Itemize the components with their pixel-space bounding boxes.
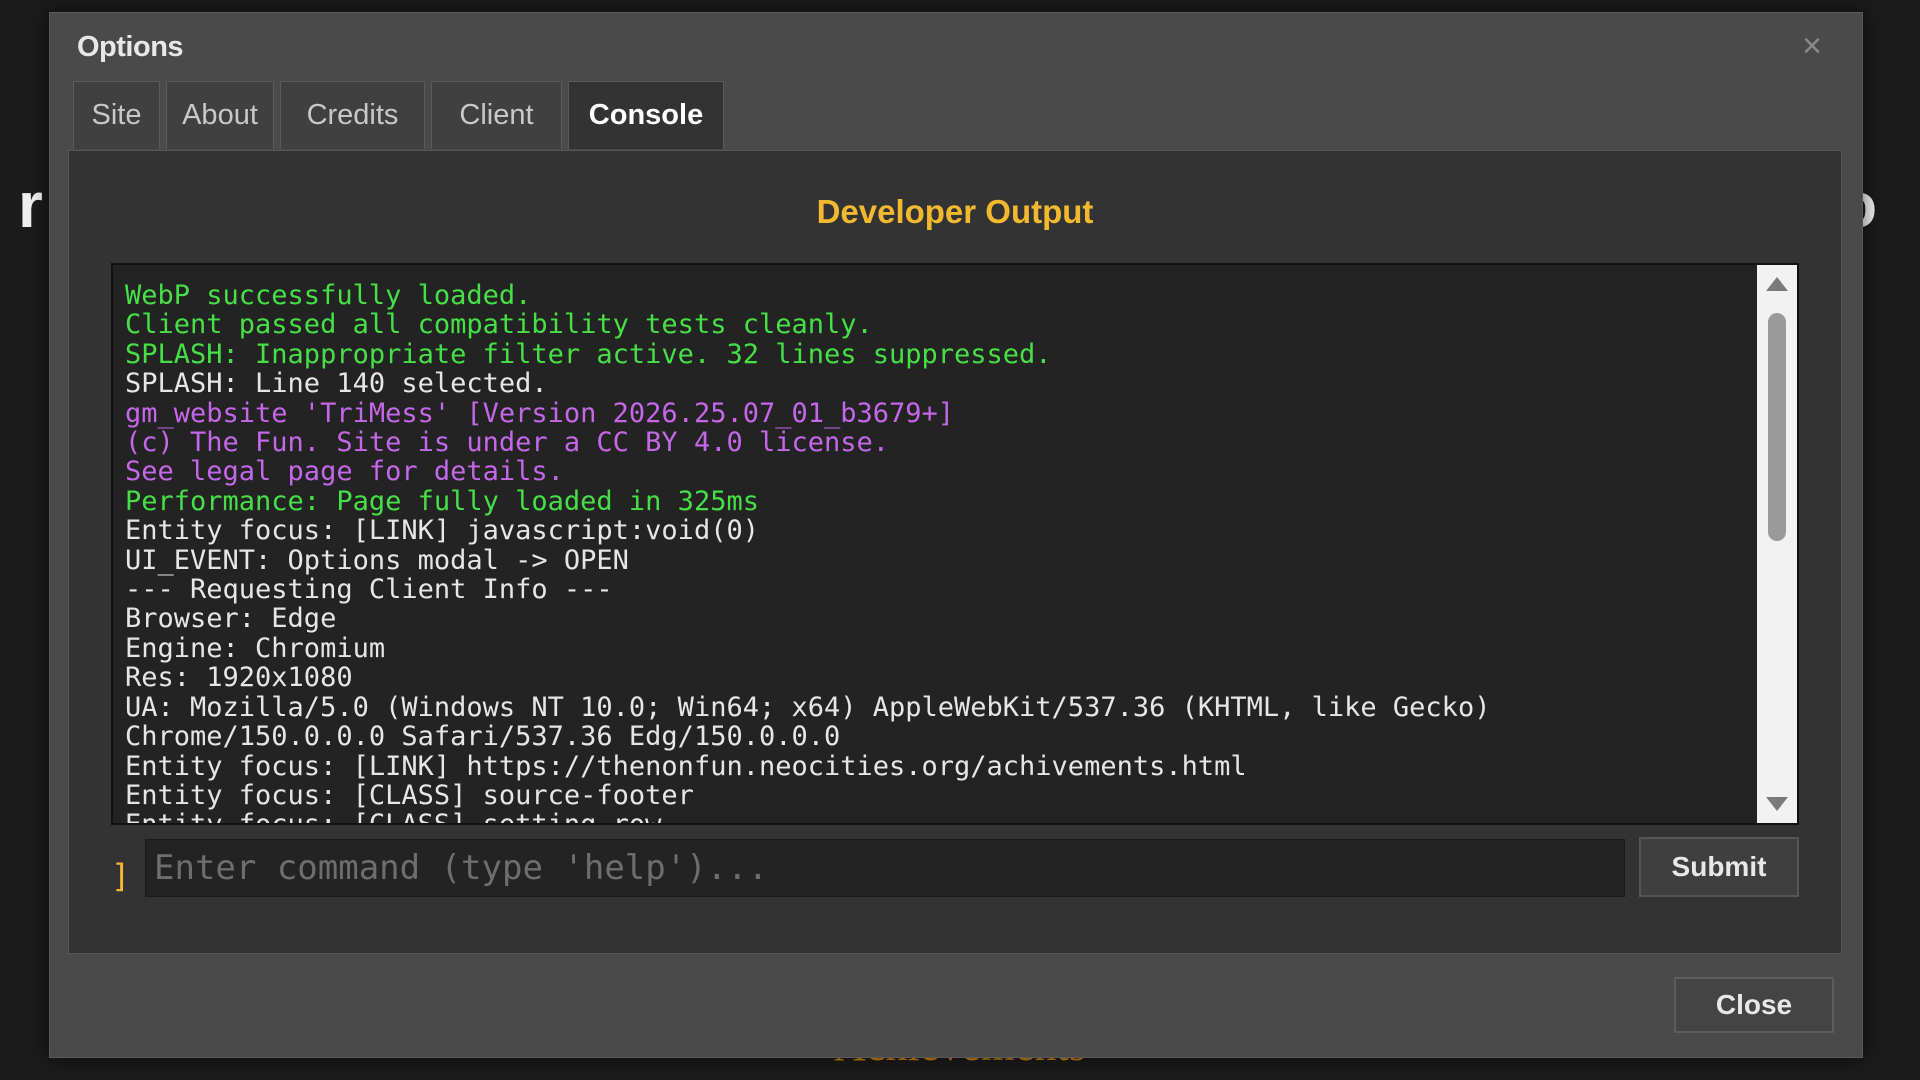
tab-bar: Site About Credits Client Console [73, 81, 730, 149]
command-input[interactable] [145, 839, 1625, 897]
console-lines: WebP successfully loaded. Client passed a… [125, 280, 1755, 825]
close-icon[interactable]: × [1802, 27, 1822, 66]
console-line: (c) The Fun. Site is under a CC BY 4.0 l… [125, 427, 890, 459]
console-line: Entity focus: [CLASS] setting-row [125, 809, 662, 825]
console-line: Chrome/150.0.0.0 Safari/537.36 Edg/150.0… [125, 721, 841, 753]
scroll-down-arrow-icon[interactable] [1766, 797, 1788, 811]
console-line: SPLASH: Inappropriate filter active. 32 … [125, 338, 1052, 370]
console-line: Entity focus: [CLASS] source-footer [125, 779, 694, 811]
console-line: UA: Mozilla/5.0 (Windows NT 10.0; Win64;… [125, 691, 1491, 723]
console-line: --- Requesting Client Info --- [125, 574, 613, 606]
options-modal: Options × Site About Credits Client Cons… [49, 12, 1863, 1058]
submit-button[interactable]: Submit [1639, 837, 1799, 897]
console-line: Entity focus: [LINK] javascript:void(0) [125, 515, 759, 547]
scroll-thumb[interactable] [1768, 313, 1786, 541]
scroll-up-arrow-icon[interactable] [1766, 277, 1788, 291]
console-line: gm_website 'TriMess' [Version 2026.25.07… [125, 397, 955, 429]
console-line: Client passed all compatibility tests cl… [125, 309, 873, 341]
prompt-glyph: ] [111, 857, 131, 895]
console-scrollbar[interactable] [1757, 265, 1797, 823]
console-line: WebP successfully loaded. [125, 280, 532, 311]
console-output[interactable]: WebP successfully loaded. Client passed a… [111, 263, 1799, 825]
console-line: See legal page for details. [125, 456, 564, 488]
tab-client[interactable]: Client [431, 81, 562, 149]
console-tab-panel: Developer Output WebP successfully loade… [68, 150, 1842, 954]
console-line: Browser: Edge [125, 603, 337, 635]
console-line: SPLASH: Line 140 selected. [125, 368, 548, 400]
background-text-left: r [18, 169, 43, 241]
console-line: Performance: Page fully loaded in 325ms [125, 485, 759, 517]
console-line: Engine: Chromium [125, 632, 386, 664]
console-line: UI_EVENT: Options modal -> OPEN [125, 544, 629, 576]
tab-about[interactable]: About [166, 81, 274, 149]
console-line: Res: 1920x1080 [125, 662, 353, 694]
panel-heading: Developer Output [816, 193, 1094, 230]
tab-credits[interactable]: Credits [280, 81, 425, 149]
tab-site[interactable]: Site [73, 81, 160, 149]
close-button[interactable]: Close [1674, 977, 1834, 1033]
tab-console[interactable]: Console [568, 81, 724, 149]
console-line: Entity focus: [LINK] https://thenonfun.n… [125, 750, 1247, 782]
modal-title: Options [77, 31, 184, 63]
